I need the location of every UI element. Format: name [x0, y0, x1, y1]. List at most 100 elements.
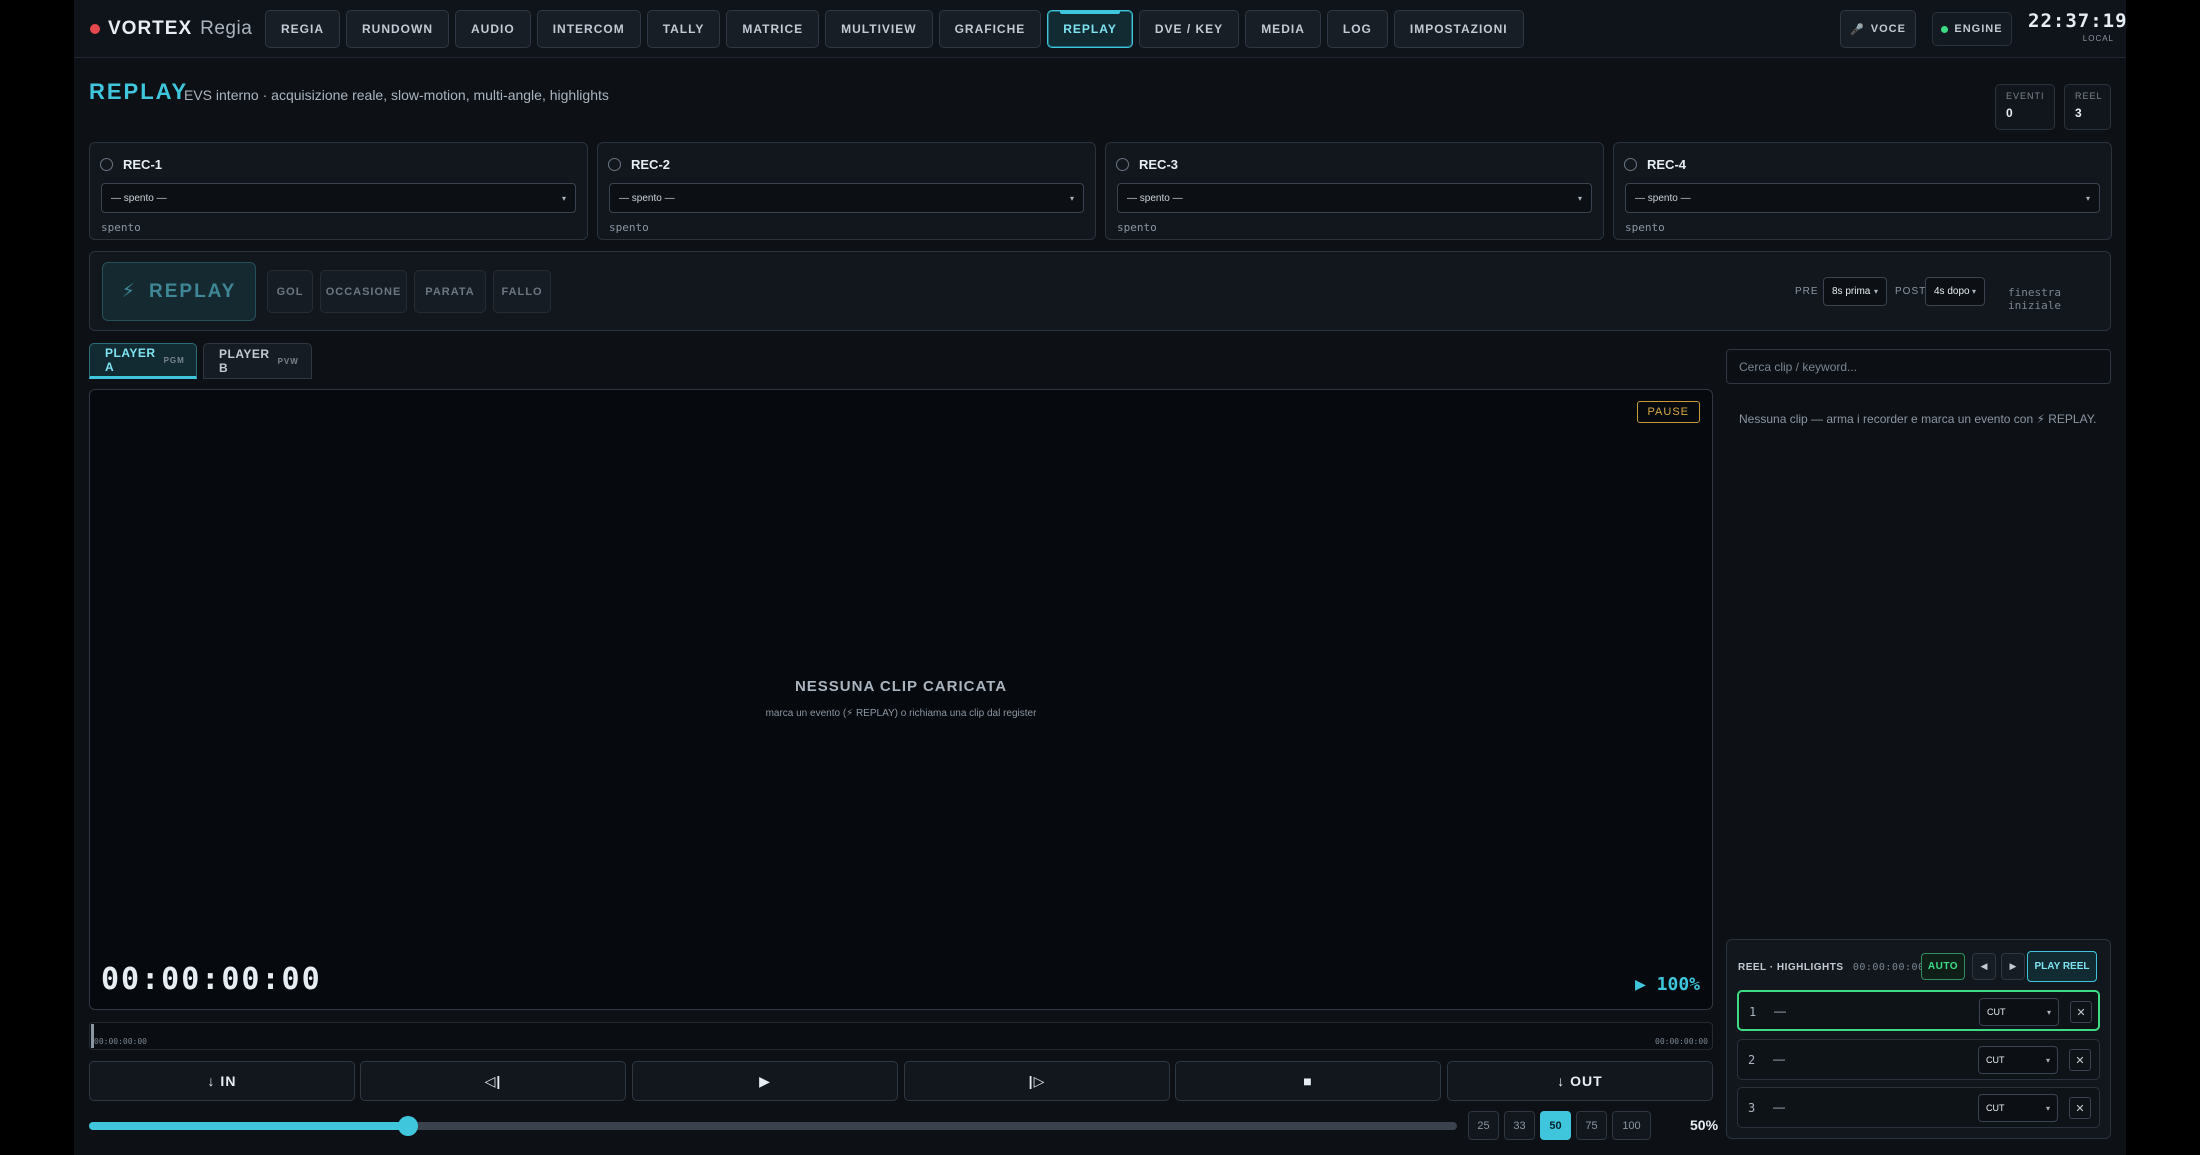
- tab-replay[interactable]: REPLAY: [1047, 10, 1133, 48]
- reel-row[interactable]: 2 — CUT ▾ ✕: [1737, 1039, 2100, 1080]
- recorder-source-select[interactable]: — spento — ▾: [609, 183, 1084, 213]
- clip-search-input[interactable]: [1726, 349, 2111, 384]
- recorder-card: REC-1 — spento — ▾ spento: [89, 142, 588, 240]
- remove-icon[interactable]: ✕: [2069, 1049, 2091, 1071]
- play-reel-button[interactable]: PLAY REEL: [2027, 951, 2097, 982]
- stat-eventi-value: 0: [2006, 106, 2013, 120]
- empty-player-subtitle: marca un evento (⚡ REPLAY) o richiama un…: [765, 708, 1037, 719]
- recorder-source-select[interactable]: — spento — ▾: [1117, 183, 1592, 213]
- remove-icon[interactable]: ✕: [2070, 1001, 2092, 1023]
- timeline-end: 00:00:00:00: [1655, 1037, 1708, 1046]
- brand: VORTEX Regia: [90, 0, 276, 58]
- recorder-name: REC-3: [1139, 157, 1179, 172]
- pre-select[interactable]: 8s prima ▾: [1823, 277, 1887, 306]
- tab-tally[interactable]: TALLY: [646, 10, 721, 48]
- recorder-card: REC-3 — spento — ▾ spento: [1105, 142, 1604, 240]
- clock-zone: LOCAL: [2082, 34, 2114, 43]
- chevron-down-icon: ▾: [2045, 1055, 2050, 1065]
- page-title: REPLAY: [89, 79, 189, 104]
- recorder-status: spento: [1625, 221, 1665, 234]
- reel-row-clip: —: [1774, 1004, 1786, 1018]
- reel-row[interactable]: 3 — CUT ▾ ✕: [1737, 1087, 2100, 1128]
- tab-multiview[interactable]: MULTIVIEW: [825, 10, 933, 48]
- player-b-tag: PVW: [277, 356, 299, 366]
- chevron-down-icon: ▾: [1577, 193, 1582, 203]
- pre-value: 8s prima: [1832, 286, 1871, 297]
- speed-preset-33[interactable]: 33: [1504, 1111, 1535, 1140]
- clock-time: 22:37:19: [2028, 10, 2128, 32]
- recorder-source-value: — spento —: [1635, 192, 1691, 204]
- tab-regia[interactable]: REGIA: [265, 10, 341, 48]
- chevron-down-icon: ▾: [2045, 1103, 2050, 1113]
- brand-sub: Regia: [200, 18, 253, 39]
- speed-preset-75[interactable]: 75: [1576, 1111, 1607, 1140]
- replay-button[interactable]: ⚡ REPLAY: [102, 262, 256, 321]
- speed-preset-100[interactable]: 100: [1612, 1111, 1651, 1140]
- step-back-button[interactable]: ◁|: [360, 1061, 626, 1101]
- player-speed-readout: ▶ 100%: [1634, 974, 1700, 995]
- step-forward-button[interactable]: |▷: [904, 1061, 1170, 1101]
- reel-row[interactable]: 1 — CUT ▾ ✕: [1737, 990, 2100, 1031]
- reel-transition-select[interactable]: CUT ▾: [1978, 1046, 2058, 1074]
- tab-matrice[interactable]: MATRICE: [726, 10, 820, 48]
- reel-header: REEL · HIGHLIGHTS 00:00:00:00: [1738, 962, 1925, 973]
- reel-transition-value: CUT: [1986, 1103, 2005, 1113]
- post-select[interactable]: 4s dopo ▾: [1925, 277, 1985, 306]
- post-label: POST: [1895, 286, 1927, 297]
- recorder-source-select[interactable]: — spento — ▾: [101, 183, 576, 213]
- voce-button[interactable]: 🎤 VOCE: [1840, 10, 1916, 48]
- engine-status[interactable]: ENGINE: [1932, 12, 2012, 46]
- chevron-down-icon: ▾: [1873, 287, 1878, 296]
- timeline-scrubber[interactable]: 00:00:00:00 00:00:00:00: [89, 1022, 1713, 1050]
- window-note: finestra iniziale: [2008, 286, 2061, 312]
- reel-transition-value: CUT: [1987, 1007, 2006, 1017]
- reel-row-index: 1: [1749, 1005, 1757, 1019]
- mark-in-button[interactable]: ↓ IN: [89, 1061, 355, 1101]
- recorder-source-value: — spento —: [111, 192, 167, 204]
- stop-button[interactable]: ■: [1175, 1061, 1441, 1101]
- speed-preset-50[interactable]: 50: [1540, 1111, 1571, 1140]
- play-button[interactable]: ▶: [632, 1061, 898, 1101]
- tab-audio[interactable]: AUDIO: [455, 10, 531, 48]
- recorder-arm-radio[interactable]: [1624, 158, 1637, 171]
- reel-transition-select[interactable]: CUT ▾: [1979, 998, 2059, 1026]
- player-a-tag: PGM: [163, 355, 185, 365]
- post-value: 4s dopo: [1934, 286, 1970, 297]
- recorder-arm-radio[interactable]: [1116, 158, 1129, 171]
- reel-title: REEL · HIGHLIGHTS: [1738, 962, 1844, 973]
- tab-dve-key[interactable]: DVE / KEY: [1138, 10, 1240, 48]
- stat-reel-label: REEL: [2075, 91, 2103, 101]
- reel-auto-button[interactable]: AUTO: [1921, 953, 1965, 980]
- recorder-arm-radio[interactable]: [608, 158, 621, 171]
- recorder-arm-radio[interactable]: [100, 158, 113, 171]
- recorder-source-value: — spento —: [1127, 192, 1183, 204]
- player-viewport[interactable]: PAUSE NESSUNA CLIP CARICATA marca un eve…: [89, 389, 1713, 1010]
- mark-out-button[interactable]: ↓ OUT: [1447, 1061, 1713, 1101]
- recorder-source-select[interactable]: — spento — ▾: [1625, 183, 2100, 213]
- tab-player-a[interactable]: PLAYER A PGM: [89, 343, 197, 379]
- speed-slider-handle[interactable]: [398, 1116, 418, 1136]
- pre-label: PRE: [1795, 286, 1819, 297]
- tab-intercom[interactable]: INTERCOM: [536, 10, 641, 48]
- event-occasione-button[interactable]: OCCASIONE: [320, 270, 407, 313]
- tab-media[interactable]: MEDIA: [1245, 10, 1321, 48]
- tab-grafiche[interactable]: GRAFICHE: [938, 10, 1042, 48]
- reel-row-index: 3: [1748, 1101, 1756, 1115]
- tab-log[interactable]: LOG: [1326, 10, 1388, 48]
- tab-rundown[interactable]: RUNDOWN: [346, 10, 450, 48]
- tab-impostazioni[interactable]: IMPOSTAZIONI: [1393, 10, 1524, 48]
- speed-preset-25[interactable]: 25: [1468, 1111, 1499, 1140]
- chevron-down-icon: ▾: [1069, 193, 1074, 203]
- event-gol-button[interactable]: GOL: [267, 270, 313, 313]
- remove-icon[interactable]: ✕: [2069, 1097, 2091, 1119]
- reel-next-button[interactable]: ▶: [2001, 953, 2025, 980]
- event-parata-button[interactable]: PARATA: [414, 270, 486, 313]
- player-a-label: PLAYER A: [105, 346, 156, 374]
- event-fallo-button[interactable]: FALLO: [493, 270, 551, 313]
- reel-transition-select[interactable]: CUT ▾: [1978, 1094, 2058, 1122]
- speed-slider[interactable]: [89, 1116, 1457, 1136]
- recorder-status: spento: [1117, 221, 1157, 234]
- brand-name: VORTEX: [108, 18, 193, 39]
- tab-player-b[interactable]: PLAYER B PVW: [203, 343, 312, 379]
- reel-prev-button[interactable]: ◀: [1972, 953, 1996, 980]
